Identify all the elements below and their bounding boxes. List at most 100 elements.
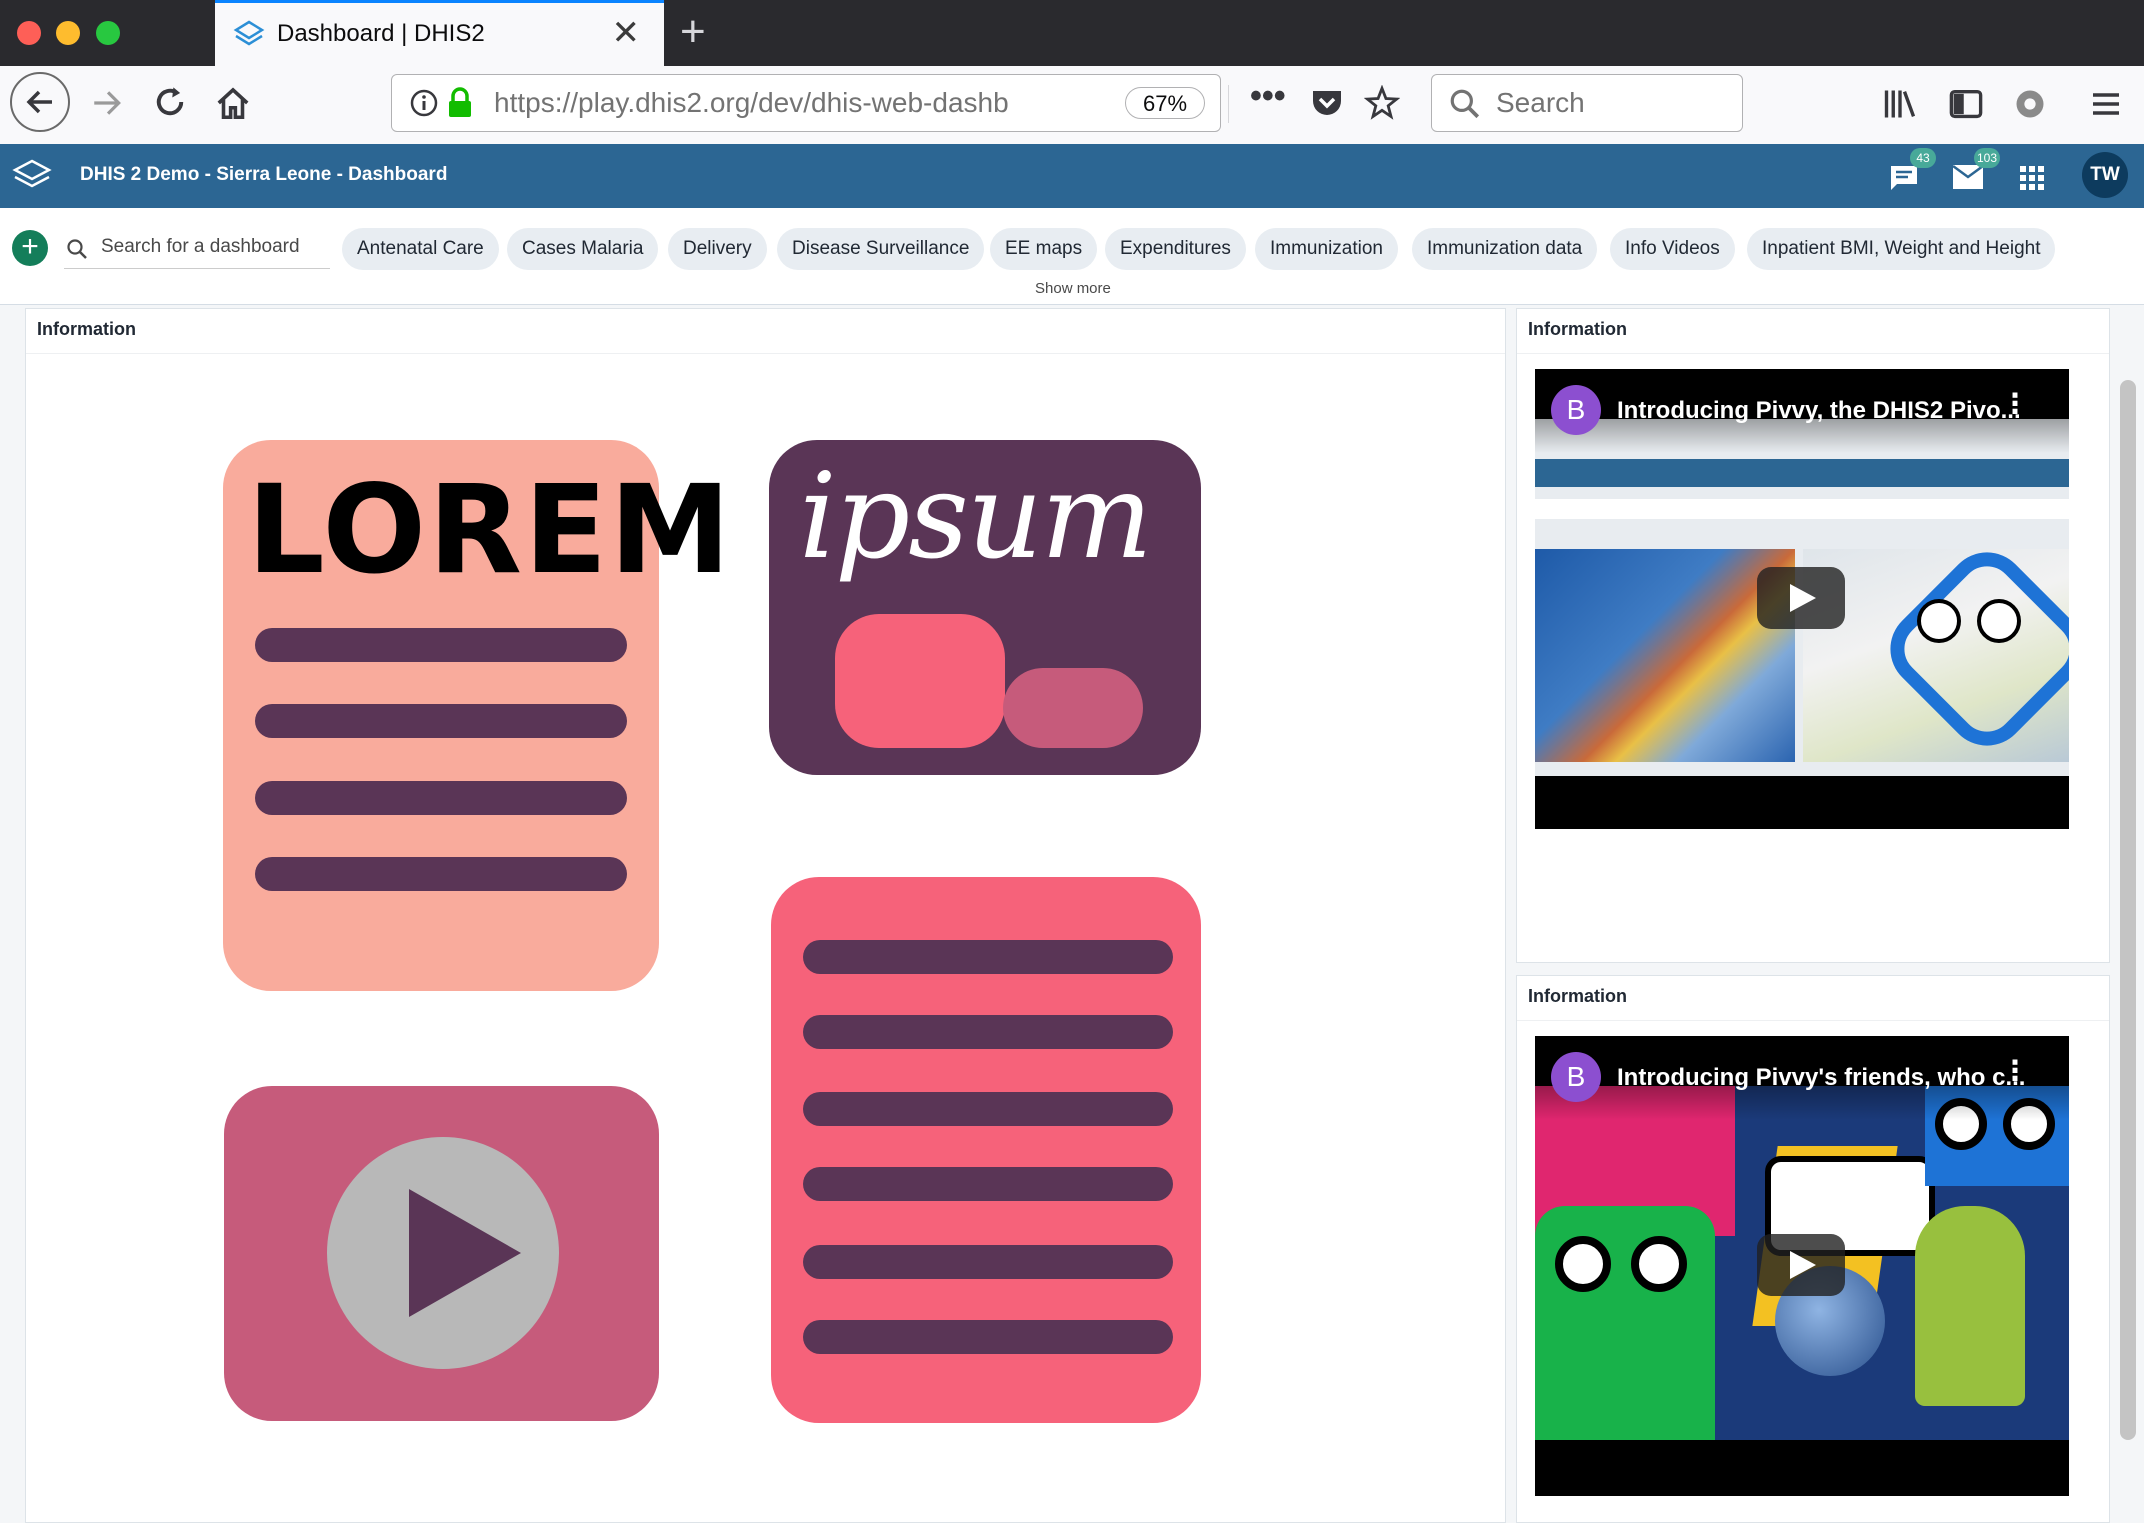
pivvy-eye-left	[1917, 599, 1961, 643]
dashboard-item-information-main: Information LOREM ipsum	[25, 308, 1506, 1523]
video-play-button[interactable]	[1757, 567, 1845, 629]
minimize-window-button[interactable]	[56, 21, 80, 45]
browser-tab-bar: Dashboard | DHIS2 ✕ +	[0, 0, 2144, 66]
dashboard-chip-cases-malaria[interactable]: Cases Malaria	[507, 228, 659, 270]
sidebar-icon[interactable]	[1948, 86, 1984, 122]
lorem-document-illustration: LOREM	[223, 440, 731, 991]
library-icon[interactable]	[1882, 86, 1918, 122]
mail-icon	[1952, 164, 1984, 189]
dhis2-logo-icon[interactable]	[12, 158, 52, 194]
back-button[interactable]	[10, 72, 70, 132]
ipsum-heading: ipsum	[799, 447, 1153, 585]
text-line	[803, 1320, 1173, 1354]
app-title: DHIS 2 Demo - Sierra Leone - Dashboard	[80, 164, 448, 185]
shape-blob-large	[835, 614, 1005, 748]
play-circle-icon	[327, 1137, 559, 1369]
play-triangle-icon	[409, 1189, 521, 1317]
video-title[interactable]: Introducing Pivvy's friends, who c...	[1617, 1064, 2025, 1092]
thumbnail-green-character	[1535, 1206, 1715, 1440]
channel-avatar[interactable]: B	[1551, 1052, 1601, 1102]
browser-search-bar[interactable]: Search	[1431, 74, 1743, 132]
thumbnail-header-bar	[1535, 459, 2069, 487]
dashboard-chip-expenditures[interactable]: Expenditures	[1105, 228, 1246, 270]
new-tab-icon[interactable]: +	[680, 8, 706, 56]
character-eye	[1631, 1236, 1687, 1292]
forward-icon[interactable]	[90, 86, 124, 120]
lock-icon	[449, 87, 471, 117]
dashboard-item-information-video-1: Information B Introducing Pivvy, the DHI…	[1516, 308, 2110, 963]
home-icon[interactable]	[214, 84, 252, 122]
dashboard-chip-ee-maps[interactable]: EE maps	[990, 228, 1098, 270]
item-divider	[1517, 1020, 2109, 1021]
text-line	[255, 628, 627, 662]
video-card-illustration	[224, 1086, 659, 1421]
url-bar[interactable]: https://play.dhis2.org/dev/dhis-web-dash…	[391, 74, 1400, 132]
youtube-video-embed[interactable]: B Introducing Pivvy, the DHIS2 Pivo... ⋮	[1535, 369, 2069, 829]
messages-button[interactable]: 43	[1888, 148, 1936, 194]
dashboard-item-information-video-2: Information B Introducing Pivvy's friend…	[1516, 975, 2110, 1523]
bookmark-star-icon[interactable]	[1364, 85, 1400, 121]
text-line	[255, 781, 627, 815]
item-divider	[26, 353, 1505, 354]
dashboard-bar: + Search for a dashboard Antenatal Care …	[0, 208, 2144, 305]
search-icon	[67, 239, 87, 259]
dashboard-chip-info-videos[interactable]: Info Videos	[1610, 228, 1735, 270]
ipsum-card-illustration: ipsum	[769, 440, 1201, 775]
site-info-icon[interactable]	[410, 89, 438, 117]
zoom-level-badge[interactable]: 67%	[1125, 87, 1205, 119]
search-icon	[1450, 89, 1480, 119]
item-title: Information	[1528, 986, 1627, 1006]
menu-hamburger-icon[interactable]	[2090, 88, 2122, 120]
dhis2-header-bar: DHIS 2 Demo - Sierra Leone - Dashboard 4…	[0, 144, 2144, 208]
dashboard-search-placeholder: Search for a dashboard	[101, 236, 300, 257]
video-title-overlay: B Introducing Pivvy, the DHIS2 Pivo... ⋮	[1535, 369, 2069, 453]
close-window-button[interactable]	[17, 21, 41, 45]
tab-title: Dashboard | DHIS2	[277, 20, 485, 47]
pocket-icon[interactable]	[1310, 87, 1344, 119]
channel-avatar[interactable]: B	[1551, 385, 1601, 435]
dashboard-chip-delivery[interactable]: Delivery	[668, 228, 767, 270]
more-vert-icon[interactable]: ⋮	[2001, 389, 2029, 419]
add-dashboard-button[interactable]: +	[12, 230, 48, 266]
text-line	[803, 1245, 1173, 1279]
text-line	[803, 1167, 1173, 1201]
pivvy-eye-right	[1977, 599, 2021, 643]
extension-gear-icon[interactable]	[2012, 86, 2048, 122]
user-avatar[interactable]: TW	[2082, 152, 2128, 198]
browser-navigation-bar: https://play.dhis2.org/dev/dhis-web-dash…	[0, 66, 2144, 145]
browser-tab-active[interactable]: Dashboard | DHIS2 ✕	[215, 0, 664, 66]
text-document-illustration	[771, 877, 1201, 1423]
item-title: Information	[1528, 319, 1627, 339]
url-text[interactable]: https://play.dhis2.org/dev/dhis-web-dash…	[494, 87, 1054, 119]
arrow-left-icon	[26, 90, 52, 114]
item-divider	[1517, 353, 2109, 354]
dashboard-search-input[interactable]: Search for a dashboard	[64, 228, 330, 269]
dashboard-chip-disease-surveillance[interactable]: Disease Surveillance	[777, 228, 985, 270]
youtube-video-embed[interactable]: B Introducing Pivvy's friends, who c... …	[1535, 1036, 2069, 1496]
dashboard-chip-inpatient-bmi[interactable]: Inpatient BMI, Weight and Height	[1747, 228, 2056, 270]
more-vert-icon[interactable]: ⋮	[2001, 1056, 2029, 1086]
dhis2-favicon-icon	[233, 20, 265, 46]
text-line	[255, 704, 627, 738]
thumbnail-chip-bar	[1535, 499, 2069, 519]
dashboard-chip-immunization[interactable]: Immunization	[1255, 228, 1398, 270]
apps-grid-icon[interactable]	[2020, 166, 2044, 190]
video-play-button[interactable]	[1757, 1234, 1845, 1296]
thumbnail-map-left	[1535, 549, 1795, 762]
dashboard-chip-immunization-data[interactable]: Immunization data	[1412, 228, 1598, 270]
page-scrollbar[interactable]	[2120, 380, 2136, 1440]
close-tab-icon[interactable]: ✕	[612, 13, 641, 53]
character-eye	[1555, 1236, 1611, 1292]
dashboard-chip-antenatal-care[interactable]: Antenatal Care	[342, 228, 499, 270]
interpretations-button[interactable]: 103	[1952, 148, 2001, 192]
reload-icon[interactable]	[152, 84, 188, 120]
page-actions-icon[interactable]: •••	[1250, 77, 1286, 116]
video-title-overlay: B Introducing Pivvy's friends, who c... …	[1535, 1036, 2069, 1120]
show-more-link[interactable]: Show more	[1035, 280, 1111, 297]
maximize-window-button[interactable]	[96, 21, 120, 45]
video-title[interactable]: Introducing Pivvy, the DHIS2 Pivo...	[1617, 397, 2021, 425]
messages-count-badge: 43	[1910, 148, 1936, 168]
shape-blob-small	[1003, 668, 1143, 748]
text-line	[803, 1015, 1173, 1049]
thumbnail-android-character	[1915, 1206, 2025, 1406]
